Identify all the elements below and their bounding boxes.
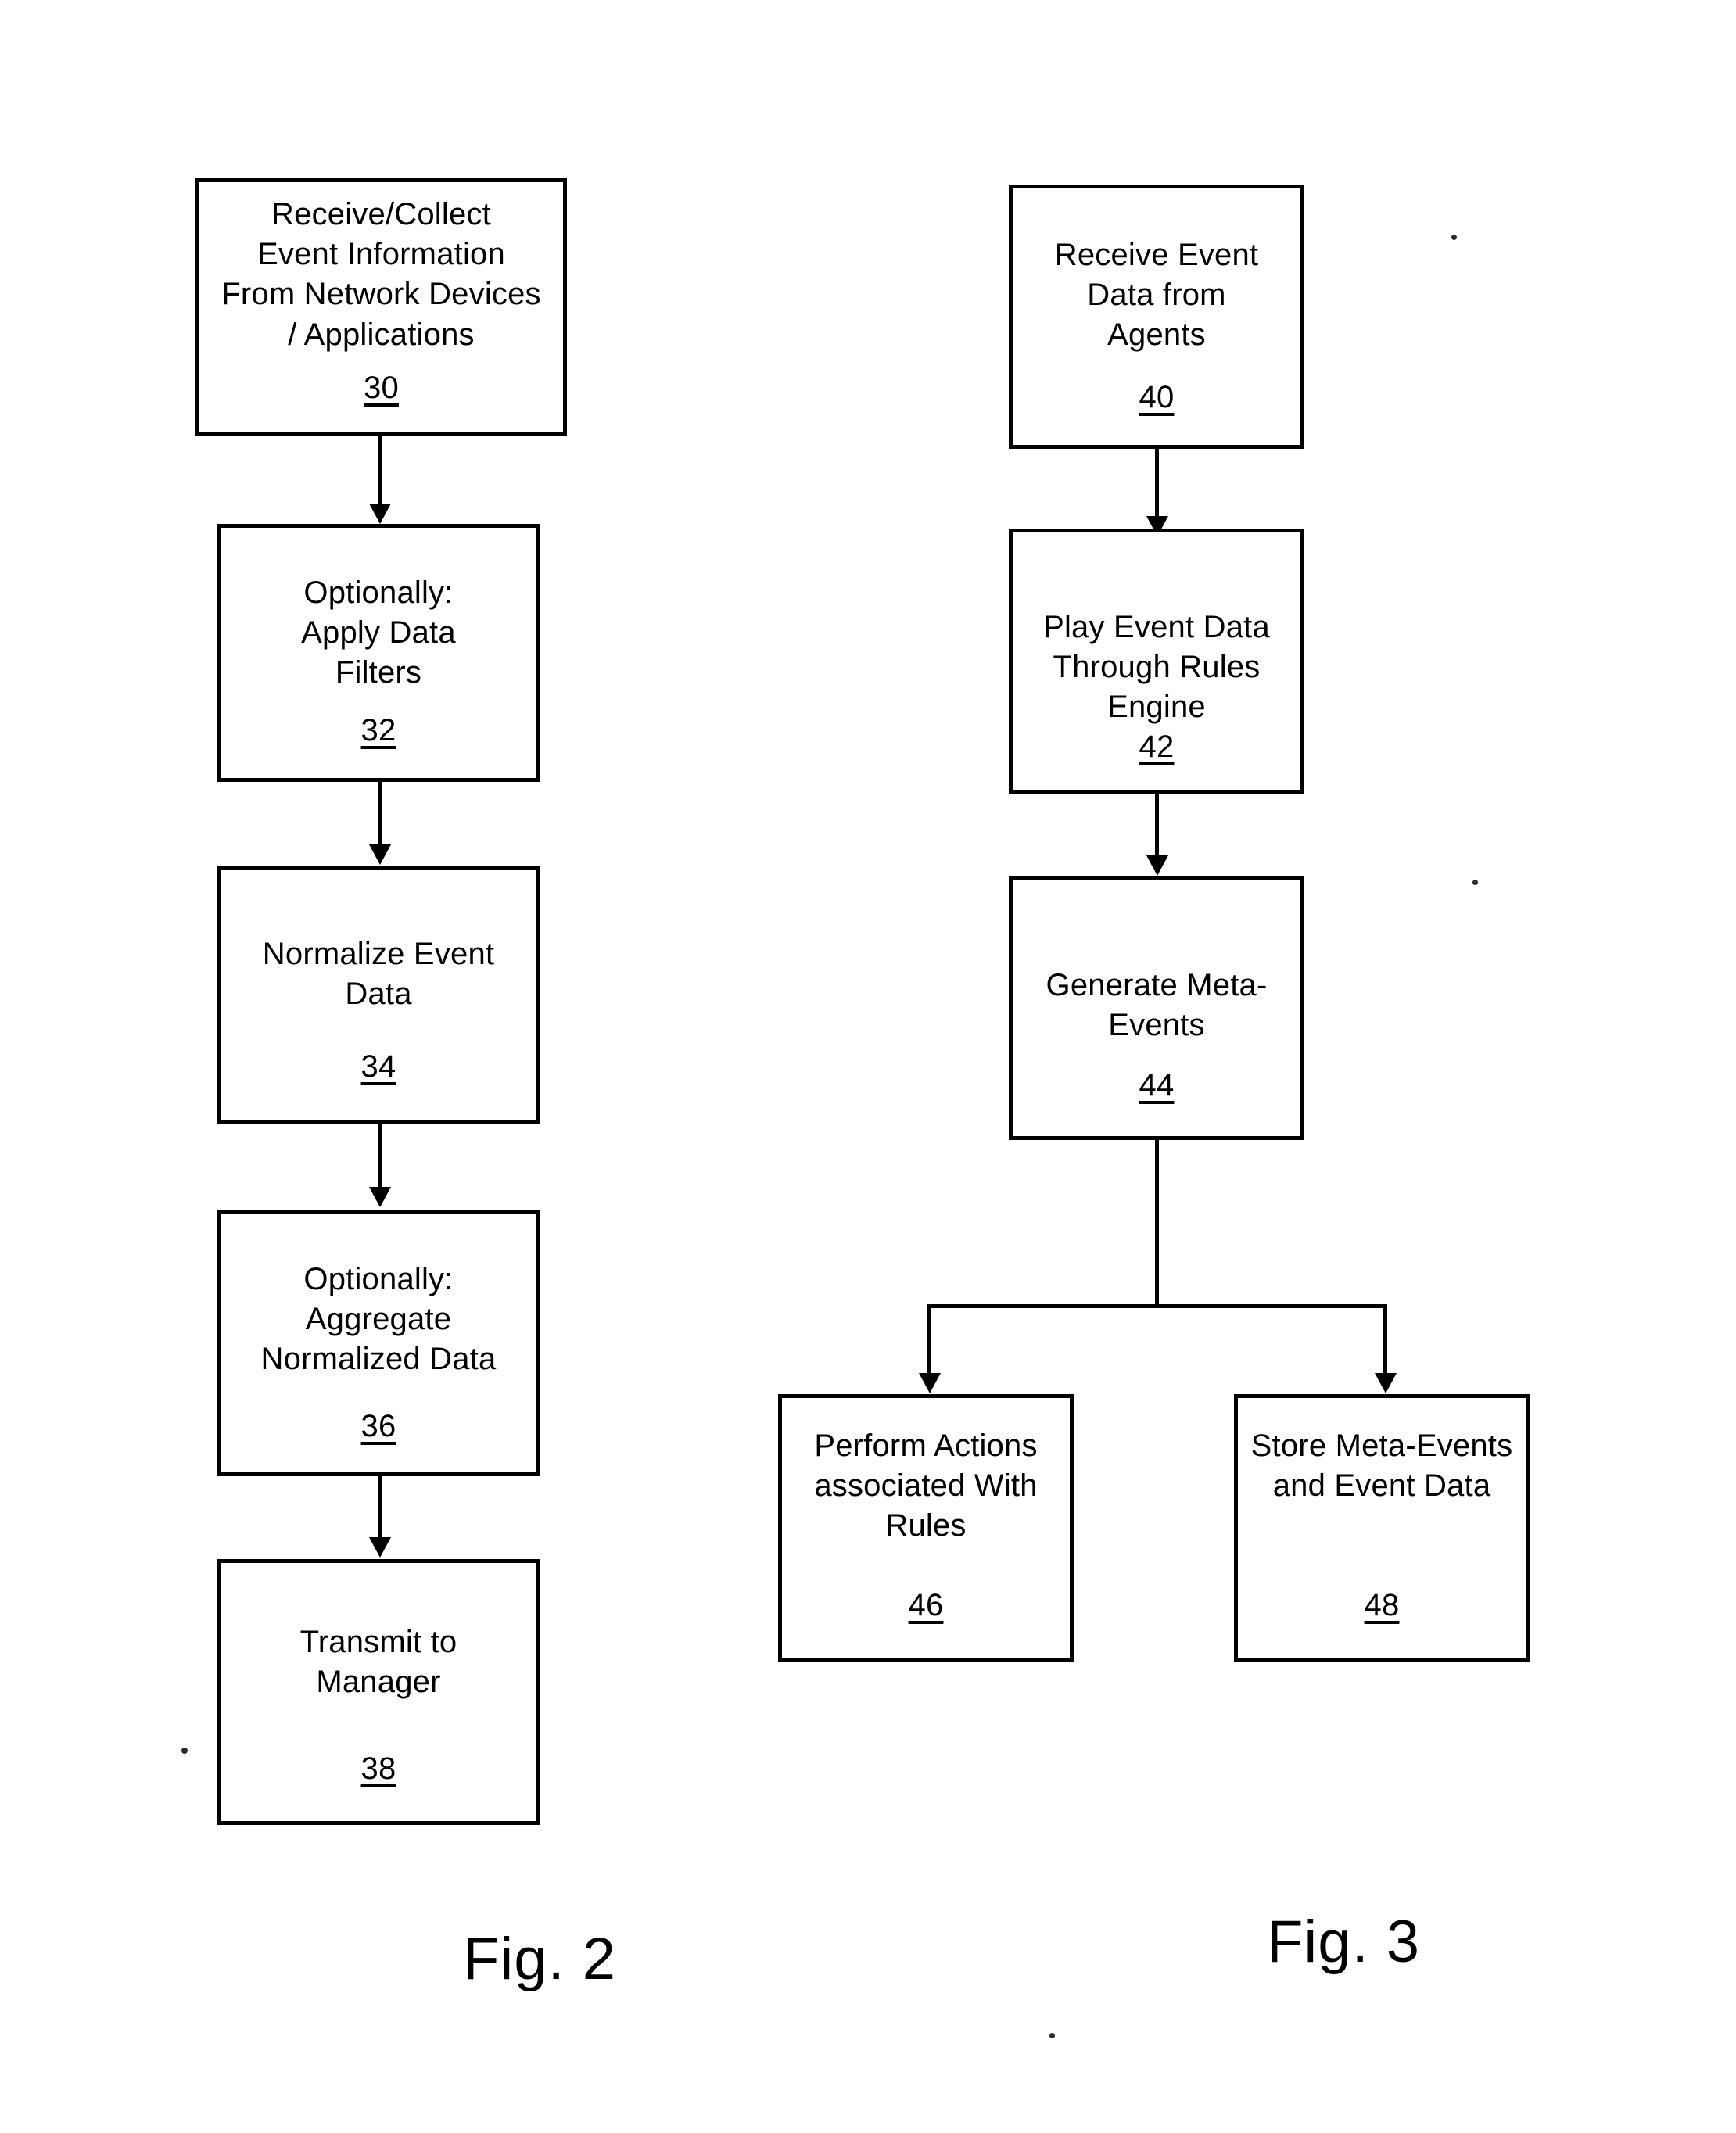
flow-box-42-ref: 42 <box>1139 729 1175 764</box>
arrowhead-44-48 <box>1375 1373 1397 1393</box>
flow-box-38: Transmit to Manager 38 <box>217 1559 540 1825</box>
flow-box-34-label: Normalize Event Data <box>262 937 495 1012</box>
arrowhead-42-44 <box>1146 855 1168 876</box>
flow-box-36-label: Optionally: Aggregate Normalized Data <box>260 1262 497 1377</box>
flow-box-46: Perform Actions associated With Rules 46 <box>778 1394 1074 1662</box>
figure-3-caption: Fig. 3 <box>1267 1909 1421 1975</box>
flow-box-46-label: Perform Actions associated With Rules <box>814 1429 1038 1543</box>
scan-speck <box>1472 880 1478 885</box>
scan-speck <box>181 1748 188 1754</box>
connector-34-36 <box>378 1124 382 1188</box>
flow-box-34-ref: 34 <box>360 1049 396 1084</box>
flow-box-44: Generate Meta- Events 44 <box>1009 876 1304 1140</box>
flow-box-48: Store Meta-Events and Event Data 48 <box>1234 1394 1530 1662</box>
scan-speck <box>1049 2033 1055 2038</box>
flow-box-36-ref: 36 <box>360 1409 396 1443</box>
flow-box-44-ref: 44 <box>1139 1068 1175 1102</box>
flow-box-34: Normalize Event Data 34 <box>217 866 540 1124</box>
connector-42-44 <box>1155 794 1159 859</box>
arrowhead-34-36 <box>369 1187 391 1207</box>
flow-box-48-label: Store Meta-Events and Event Data <box>1250 1429 1513 1504</box>
connector-branch-right-drop <box>1383 1304 1387 1376</box>
connector-branch-left-drop <box>927 1304 931 1376</box>
flow-box-40-ref: 40 <box>1139 380 1175 414</box>
connector-36-38 <box>378 1476 382 1540</box>
scan-speck <box>1451 235 1457 240</box>
flow-box-42: Play Event Data Through Rules Engine 42 <box>1009 529 1304 794</box>
flow-box-36: Optionally: Aggregate Normalized Data 36 <box>217 1210 540 1476</box>
connector-44-branch-bar <box>927 1304 1387 1308</box>
arrowhead-44-46 <box>919 1373 941 1393</box>
flow-box-30-frame: Receive/Collect Event Information From N… <box>195 178 567 436</box>
flow-box-48-ref: 48 <box>1364 1588 1400 1622</box>
flow-box-46-ref: 46 <box>908 1588 944 1622</box>
connector-32-34 <box>378 782 382 846</box>
flow-box-42-label: Play Event Data Through Rules Engine <box>1043 610 1270 725</box>
connector-40-42 <box>1155 449 1159 519</box>
flow-box-44-label: Generate Meta- Events <box>1046 968 1268 1043</box>
flow-box-32-label: Optionally: Apply Data Filters <box>301 575 456 690</box>
flow-box-30-ref: 30 <box>364 371 399 405</box>
figure-2-caption: Fig. 2 <box>463 1926 617 1992</box>
arrowhead-36-38 <box>369 1537 391 1558</box>
flow-box-40: Receive Event Data from Agents 40 <box>1009 185 1304 449</box>
flow-box-38-ref: 38 <box>360 1751 396 1786</box>
connector-44-branch-stem <box>1155 1140 1159 1306</box>
flow-box-38-label: Transmit to Manager <box>299 1625 457 1700</box>
arrowhead-32-34 <box>369 844 391 865</box>
flow-box-40-label: Receive Event Data from Agents <box>1054 238 1259 353</box>
flow-box-32-ref: 32 <box>360 713 396 747</box>
connector-30-32 <box>378 436 382 505</box>
flow-box-30-label: Receive/Collect Event Information From N… <box>221 197 541 352</box>
arrowhead-30-32 <box>369 504 391 524</box>
flow-box-32: Optionally: Apply Data Filters 32 <box>217 524 540 782</box>
patent-figure-sheet: Receive/Collect Event Information From N… <box>0 0 1736 2133</box>
